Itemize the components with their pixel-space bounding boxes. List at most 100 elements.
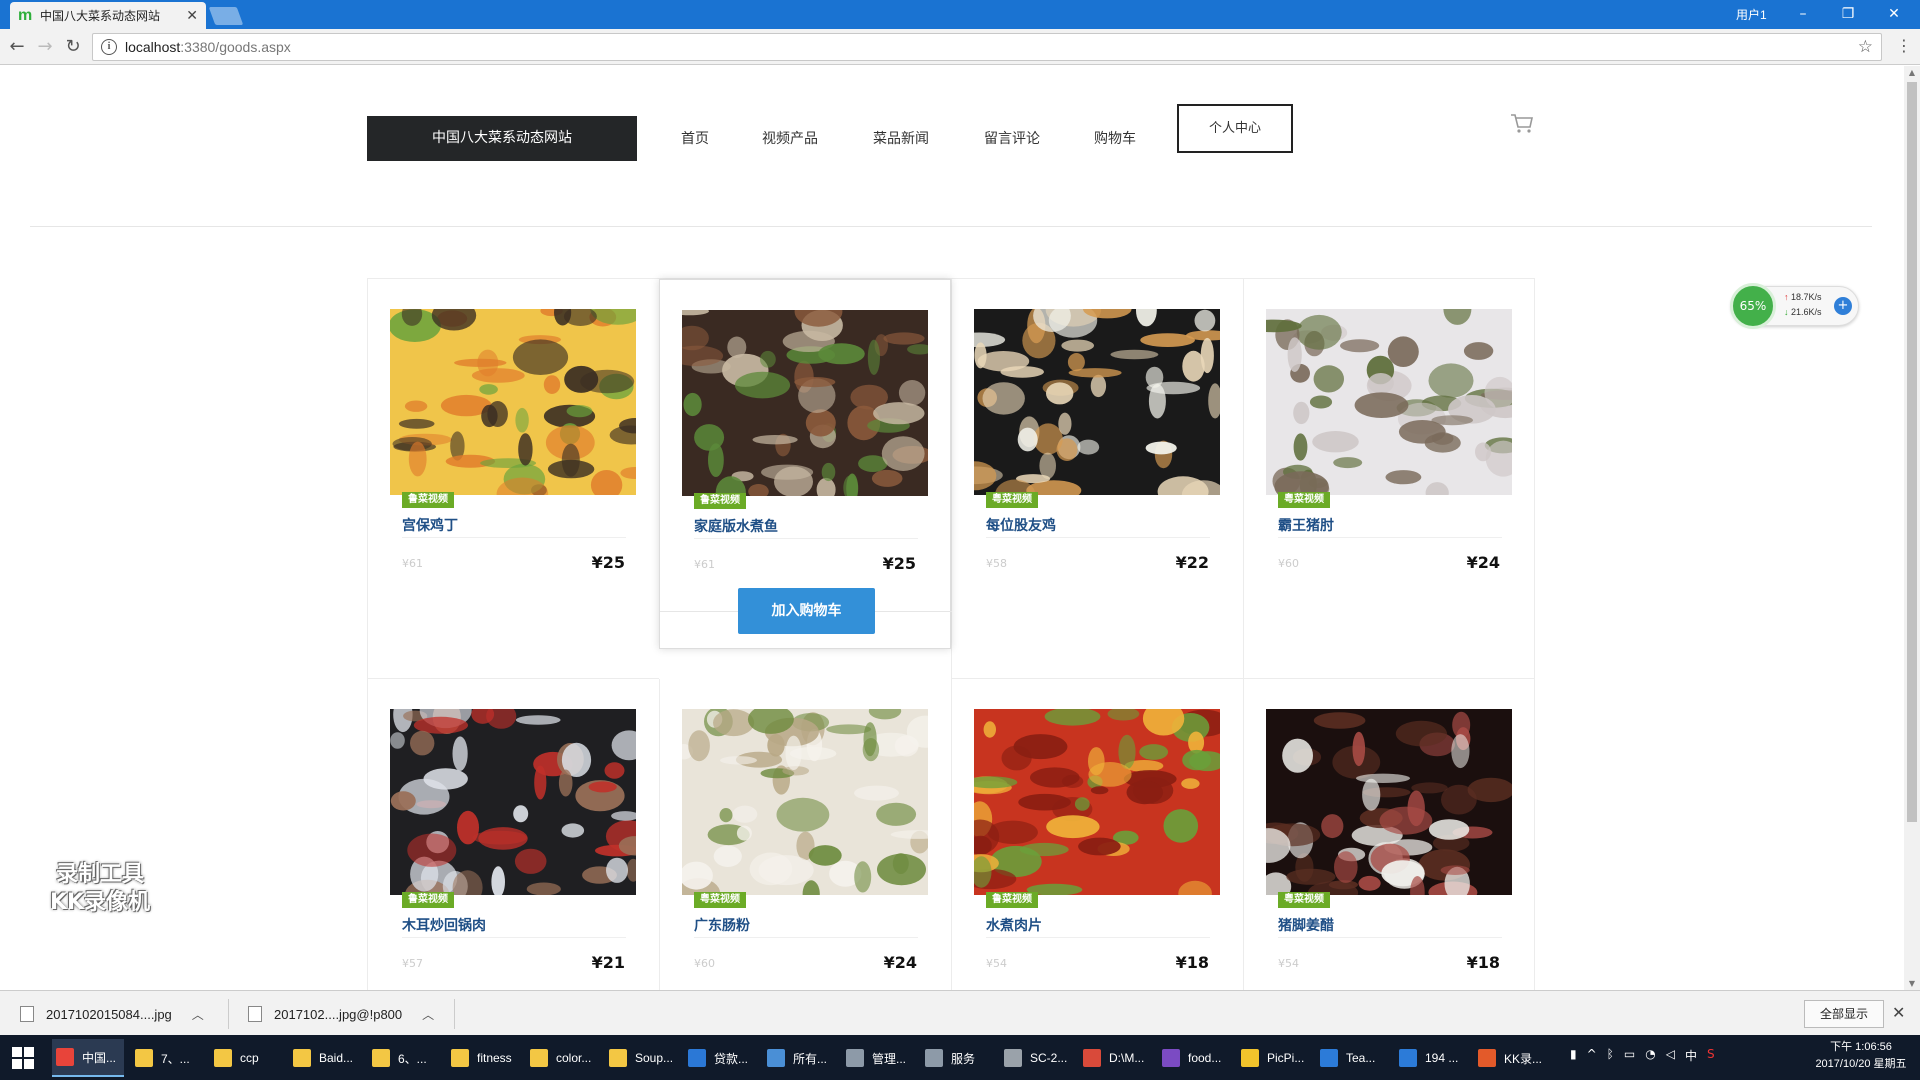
taskbar-app-button[interactable]: 服务 [921, 1039, 993, 1077]
product-image[interactable] [390, 709, 636, 895]
product-card[interactable]: 粤菜视频 广东肠粉 ¥60 ¥24 [659, 679, 951, 990]
windows-start-icon[interactable] [12, 1047, 34, 1069]
product-name[interactable]: 每位股友鸡 [986, 515, 1056, 535]
app-icon [293, 1049, 311, 1067]
taskbar-app-button[interactable]: Baid... [289, 1039, 361, 1077]
cart-icon[interactable] [1510, 112, 1534, 134]
minimize-icon[interactable]: – [1788, 3, 1818, 25]
window-user-label[interactable]: 用户1 [1736, 6, 1767, 23]
product-card[interactable]: 鲁菜视频 水煮肉片 ¥54 ¥18 [951, 679, 1243, 990]
taskbar-app-button[interactable]: 所有... [763, 1039, 835, 1077]
product-image[interactable] [390, 309, 636, 495]
network-icon[interactable]: ◔ [1645, 1047, 1655, 1064]
forward-icon[interactable]: → [34, 36, 56, 58]
product-image[interactable] [974, 709, 1220, 895]
taskbar-app-button[interactable]: color... [526, 1039, 598, 1077]
nav-comments[interactable]: 留言评论 [984, 124, 1040, 154]
antivirus-icon[interactable]: S [1707, 1047, 1715, 1064]
taskbar-app-button[interactable]: 中国... [52, 1039, 124, 1077]
browser-tab[interactable]: m 中国八大菜系动态网站 ✕ [10, 2, 206, 29]
product-image[interactable] [1266, 709, 1512, 895]
taskbar-app-button[interactable]: 194 ... [1395, 1039, 1467, 1077]
product-card[interactable]: 粤菜视频 猪脚姜醋 ¥54 ¥18 [1243, 679, 1535, 990]
taskbar-app-button[interactable]: SC-2... [1000, 1039, 1072, 1077]
taskbar-app-button[interactable]: 贷款... [684, 1039, 756, 1077]
product-card[interactable]: 粤菜视频 每位股友鸡 ¥58 ¥22 [951, 279, 1243, 679]
download-item[interactable]: 2017102....jpg@!p800 ︿ [248, 999, 434, 1029]
taskbar-app-button[interactable]: fitness [447, 1039, 519, 1077]
product-name[interactable]: 广东肠粉 [694, 915, 750, 935]
taskbar-app-button[interactable]: 6、... [368, 1039, 440, 1077]
category-tag: 鲁菜视频 [402, 892, 454, 908]
chevron-up-icon[interactable]: ︿ [192, 1006, 204, 1023]
product-image[interactable] [682, 709, 928, 895]
scrollbar-thumb[interactable] [1907, 82, 1917, 822]
browser-menu-icon[interactable]: ⋮ [1896, 36, 1912, 55]
app-icon [135, 1049, 153, 1067]
close-window-icon[interactable]: ✕ [1879, 3, 1909, 25]
close-downloads-icon[interactable]: ✕ [1892, 1003, 1905, 1022]
address-bar[interactable]: i localhost:3380/goods.aspx ☆ [92, 33, 1882, 61]
widget-plus-icon[interactable]: + [1834, 297, 1852, 315]
bluetooth-icon[interactable]: ᛒ [1607, 1047, 1614, 1064]
app-icon [530, 1049, 548, 1067]
back-icon[interactable]: ← [6, 36, 28, 58]
product-card[interactable]: 粤菜视频 霸王猪肘 ¥60 ¥24 [1243, 279, 1535, 679]
page-scrollbar[interactable]: ▲ ▼ [1904, 66, 1920, 990]
product-name[interactable]: 水煮肉片 [986, 915, 1042, 935]
product-name[interactable]: 宫保鸡丁 [402, 515, 458, 535]
restore-icon[interactable]: ❐ [1833, 3, 1863, 25]
taskbar-app-label: 贷款... [714, 1051, 749, 1066]
new-tab-button[interactable] [208, 7, 244, 25]
scroll-down-icon[interactable]: ▼ [1904, 979, 1920, 988]
site-brand[interactable]: 中国八大菜系动态网站 [367, 116, 637, 161]
power-icon[interactable]: ▭ [1624, 1047, 1635, 1064]
tab-close-icon[interactable]: ✕ [186, 7, 198, 24]
nav-personal-center[interactable]: 个人中心 [1177, 104, 1293, 153]
taskbar-app-button[interactable]: 7、... [131, 1039, 203, 1077]
taskbar-app-button[interactable]: D:\M... [1079, 1039, 1151, 1077]
sale-price: ¥25 [882, 554, 916, 573]
product-image[interactable] [974, 309, 1220, 495]
tray-chevron-icon[interactable]: ^ [1587, 1047, 1597, 1064]
product-name[interactable]: 霸王猪肘 [1278, 515, 1334, 535]
product-image[interactable] [1266, 309, 1512, 495]
product-card[interactable]: 鲁菜视频 木耳炒回锅肉 ¥57 ¥21 [367, 679, 659, 990]
add-to-cart-button[interactable]: 加入购物车 [738, 588, 875, 634]
system-clock[interactable]: 下午 1:06:56 2017/10/20 星期五 [1806, 1039, 1916, 1073]
taskbar-app-button[interactable]: ccp [210, 1039, 282, 1077]
product-image[interactable] [682, 310, 928, 496]
taskbar-app-button[interactable]: 管理... [842, 1039, 914, 1077]
show-all-downloads-button[interactable]: 全部显示 [1804, 1000, 1884, 1028]
product-name[interactable]: 木耳炒回锅肉 [402, 915, 486, 935]
taskbar-app-button[interactable]: Tea... [1316, 1039, 1388, 1077]
network-speed-widget[interactable]: 65% ↑ 18.7K/s ↓ 21.6K/s + [1730, 283, 1859, 329]
nav-dish-news[interactable]: 菜品新闻 [873, 124, 929, 154]
nav-home[interactable]: 首页 [681, 124, 709, 154]
taskbar-app-button[interactable]: KK录... [1474, 1039, 1546, 1077]
product-card[interactable]: 鲁菜视频 宫保鸡丁 ¥61 ¥25 [367, 279, 659, 679]
reload-icon[interactable]: ↻ [62, 36, 84, 58]
download-speed: ↓ 21.6K/s [1784, 307, 1822, 317]
scroll-up-icon[interactable]: ▲ [1904, 68, 1920, 77]
product-card[interactable]: 鲁菜视频 家庭版水煮鱼 ¥61 ¥25 加入购物车 [659, 279, 952, 649]
taskbar-app-button[interactable]: PicPi... [1237, 1039, 1309, 1077]
browser-toolbar: ← → ↻ i localhost:3380/goods.aspx ☆ [0, 29, 1920, 65]
product-name[interactable]: 猪脚姜醋 [1278, 915, 1334, 935]
taskbar-app-label: ccp [240, 1051, 259, 1065]
taskbar-app-button[interactable]: food... [1158, 1039, 1230, 1077]
nav-cart[interactable]: 购物车 [1094, 124, 1136, 154]
battery-icon[interactable]: ▮ [1570, 1047, 1577, 1064]
download-item[interactable]: 2017102015084....jpg ︿ [20, 999, 204, 1029]
nav-video-products[interactable]: 视频产品 [762, 124, 818, 154]
site-info-icon[interactable]: i [101, 39, 117, 55]
bookmark-star-icon[interactable]: ☆ [1858, 37, 1873, 57]
product-name[interactable]: 家庭版水煮鱼 [694, 516, 778, 536]
ime-indicator[interactable]: 中 [1685, 1047, 1697, 1064]
original-price: ¥54 [986, 957, 1007, 970]
app-icon [925, 1049, 943, 1067]
taskbar-app-button[interactable]: Soup... [605, 1039, 677, 1077]
chevron-up-icon[interactable]: ︿ [422, 1006, 434, 1023]
volume-icon[interactable]: ◁ [1666, 1047, 1675, 1064]
original-price: ¥60 [1278, 557, 1299, 570]
